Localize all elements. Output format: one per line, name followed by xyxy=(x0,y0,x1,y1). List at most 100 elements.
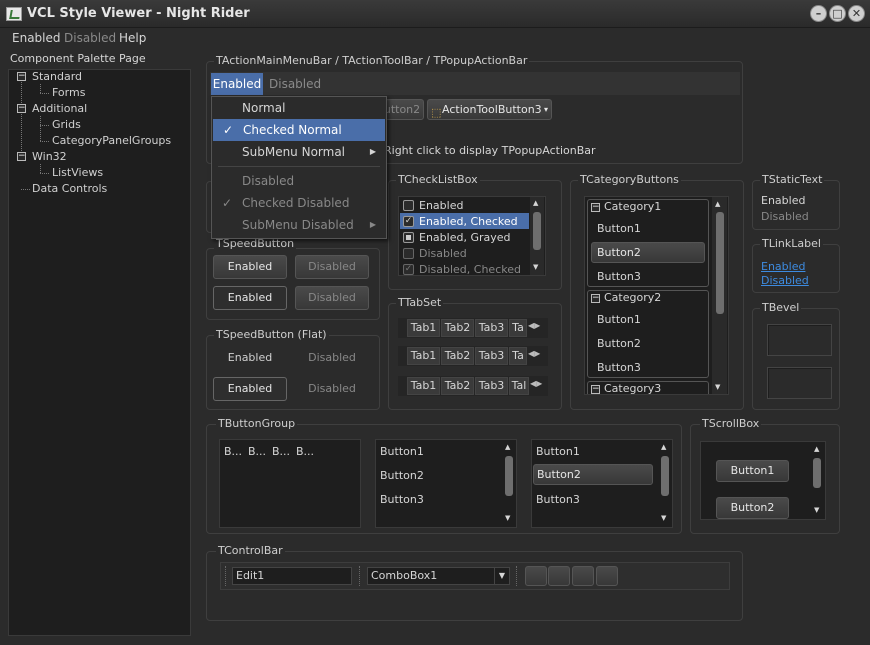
scroll-down-icon[interactable]: ▼ xyxy=(814,506,819,514)
category-label[interactable]: Category1 xyxy=(604,200,661,213)
tab-scroll-icon[interactable]: ◀▶ xyxy=(530,379,542,388)
edit-field[interactable]: Edit1 xyxy=(232,567,352,585)
scroll-up-icon[interactable]: ▲ xyxy=(661,443,666,451)
scroll-down-icon[interactable]: ▼ xyxy=(505,514,510,522)
tab-3[interactable]: Tab3 xyxy=(475,347,508,365)
maximize-icon[interactable]: □ xyxy=(829,5,846,22)
list-button[interactable]: Button2 xyxy=(380,469,424,482)
link-enabled[interactable]: Enabled xyxy=(761,260,805,273)
tab-4[interactable]: Ta xyxy=(509,319,527,337)
chevron-down-icon[interactable]: ▼ xyxy=(494,568,509,584)
speedbutton-enabled[interactable]: Enabled xyxy=(213,255,287,279)
flat-button-enabled-down[interactable]: Enabled xyxy=(213,377,287,401)
toolbar-button[interactable] xyxy=(596,566,618,586)
collapse-icon[interactable]: − xyxy=(17,152,26,161)
scroll-up-icon[interactable]: ▲ xyxy=(814,445,819,453)
dropdown-item-checked-normal[interactable]: ✓ Checked Normal xyxy=(213,119,385,141)
tab-1[interactable]: Tab1 xyxy=(407,319,440,337)
grip-icon[interactable] xyxy=(516,566,519,586)
speedbutton-disabled[interactable]: Disabled xyxy=(295,255,369,279)
category-label[interactable]: Category3 xyxy=(604,382,661,395)
dropdown-item-submenu-normal[interactable]: SubMenu Normal ▶ xyxy=(212,141,384,163)
menu-enabled[interactable]: Enabled xyxy=(12,31,61,45)
tab-3[interactable]: Tab3 xyxy=(475,377,508,395)
category-button[interactable]: Button1 xyxy=(597,222,641,235)
combobox[interactable]: ComboBox1 xyxy=(367,567,510,585)
category-button[interactable]: Button3 xyxy=(597,270,641,283)
toolbar-button[interactable] xyxy=(525,566,547,586)
scroll-up-icon[interactable]: ▲ xyxy=(533,199,538,207)
checkbox-empty[interactable] xyxy=(403,200,414,211)
tree-item-listviews[interactable]: ListViews xyxy=(52,166,103,179)
speedbutton-disabled-down[interactable]: Disabled xyxy=(295,286,369,310)
collapse-icon[interactable]: − xyxy=(17,72,26,81)
tab-2[interactable]: Tab2 xyxy=(441,377,474,395)
compact-button[interactable]: B... xyxy=(272,445,290,458)
toolbar-button[interactable] xyxy=(548,566,570,586)
collapse-icon[interactable]: − xyxy=(591,203,600,212)
scroll-thumb[interactable] xyxy=(505,456,513,496)
scroll-thumb[interactable] xyxy=(716,212,724,314)
compact-button[interactable]: B... xyxy=(224,445,242,458)
checklist-item[interactable]: Enabled, Grayed xyxy=(419,231,511,244)
link-disabled[interactable]: Disabled xyxy=(761,274,809,287)
grip-icon[interactable] xyxy=(359,566,362,586)
category-button[interactable]: Button3 xyxy=(597,361,641,374)
actionmenu-disabled[interactable]: Disabled xyxy=(269,77,321,91)
minimize-icon[interactable]: – xyxy=(810,5,827,22)
checkbox-grayed-icon[interactable] xyxy=(403,232,414,243)
scrollbox-button-1[interactable]: Button1 xyxy=(716,460,789,482)
action-toolbutton-3[interactable]: ⬚ ActionToolButton3 ▾ xyxy=(427,99,552,120)
toolbar-button[interactable] xyxy=(572,566,594,586)
compact-button[interactable]: B... xyxy=(248,445,266,458)
tree-item-data-controls[interactable]: Data Controls xyxy=(32,182,107,195)
list-button[interactable]: Button3 xyxy=(536,493,580,506)
tab-scroll-icon[interactable]: ◀▶ xyxy=(528,321,540,330)
scroll-thumb[interactable] xyxy=(661,456,669,496)
tab-2[interactable]: Tab2 xyxy=(441,319,474,337)
tab-4[interactable]: Tal xyxy=(509,377,529,395)
scroll-down-icon[interactable]: ▼ xyxy=(715,383,720,391)
tree-item-standard[interactable]: Standard xyxy=(32,70,82,83)
category-button[interactable]: Button2 xyxy=(597,337,641,350)
flat-button-disabled-down[interactable]: Disabled xyxy=(295,382,369,395)
list-button-selected[interactable]: Button2 xyxy=(533,464,653,485)
category-label[interactable]: Category2 xyxy=(604,291,661,304)
flat-button-disabled[interactable]: Disabled xyxy=(295,351,369,364)
checklist-item[interactable]: Enabled, Checked xyxy=(419,215,518,228)
list-button[interactable]: Button1 xyxy=(380,445,424,458)
close-icon[interactable]: ✕ xyxy=(848,5,865,22)
grip-icon[interactable] xyxy=(225,566,228,586)
menu-disabled[interactable]: Disabled xyxy=(64,31,116,45)
tab-scroll-icon[interactable]: ◀▶ xyxy=(528,349,540,358)
scroll-thumb[interactable] xyxy=(813,458,821,488)
tree-item-forms[interactable]: Forms xyxy=(52,86,85,99)
tree-item-grids[interactable]: Grids xyxy=(52,118,81,131)
list-button[interactable]: Button1 xyxy=(536,445,580,458)
checklist-item[interactable]: Enabled xyxy=(419,199,463,212)
scroll-down-icon[interactable]: ▼ xyxy=(533,263,538,271)
category-button[interactable]: Button1 xyxy=(597,313,641,326)
dropdown-item-normal[interactable]: Normal xyxy=(212,97,384,119)
speedbutton-enabled-down[interactable]: Enabled xyxy=(213,286,287,310)
scroll-thumb[interactable] xyxy=(533,212,541,250)
menu-help[interactable]: Help xyxy=(119,31,146,45)
tree-item-categorypanelgroups[interactable]: CategoryPanelGroups xyxy=(52,134,171,147)
scroll-down-icon[interactable]: ▼ xyxy=(661,514,666,522)
tree-item-win32[interactable]: Win32 xyxy=(32,150,67,163)
collapse-icon[interactable]: − xyxy=(591,294,600,303)
list-button[interactable]: Button3 xyxy=(380,493,424,506)
compact-button[interactable]: B... xyxy=(296,445,314,458)
category-button-selected[interactable]: Button2 xyxy=(591,242,705,263)
tab-1[interactable]: Tab1 xyxy=(407,377,440,395)
flat-button-enabled[interactable]: Enabled xyxy=(213,351,287,364)
collapse-icon[interactable]: − xyxy=(17,104,26,113)
scroll-up-icon[interactable]: ▲ xyxy=(505,443,510,451)
actionmenu-enabled[interactable]: Enabled xyxy=(211,73,263,95)
tab-3[interactable]: Tab3 xyxy=(475,319,508,337)
scrollbox-button-2[interactable]: Button2 xyxy=(716,497,789,519)
collapse-icon[interactable]: − xyxy=(591,385,600,394)
tab-1[interactable]: Tab1 xyxy=(407,347,440,365)
checkbox-checked-icon[interactable]: ✓ xyxy=(403,216,414,227)
scroll-up-icon[interactable]: ▲ xyxy=(715,200,720,208)
